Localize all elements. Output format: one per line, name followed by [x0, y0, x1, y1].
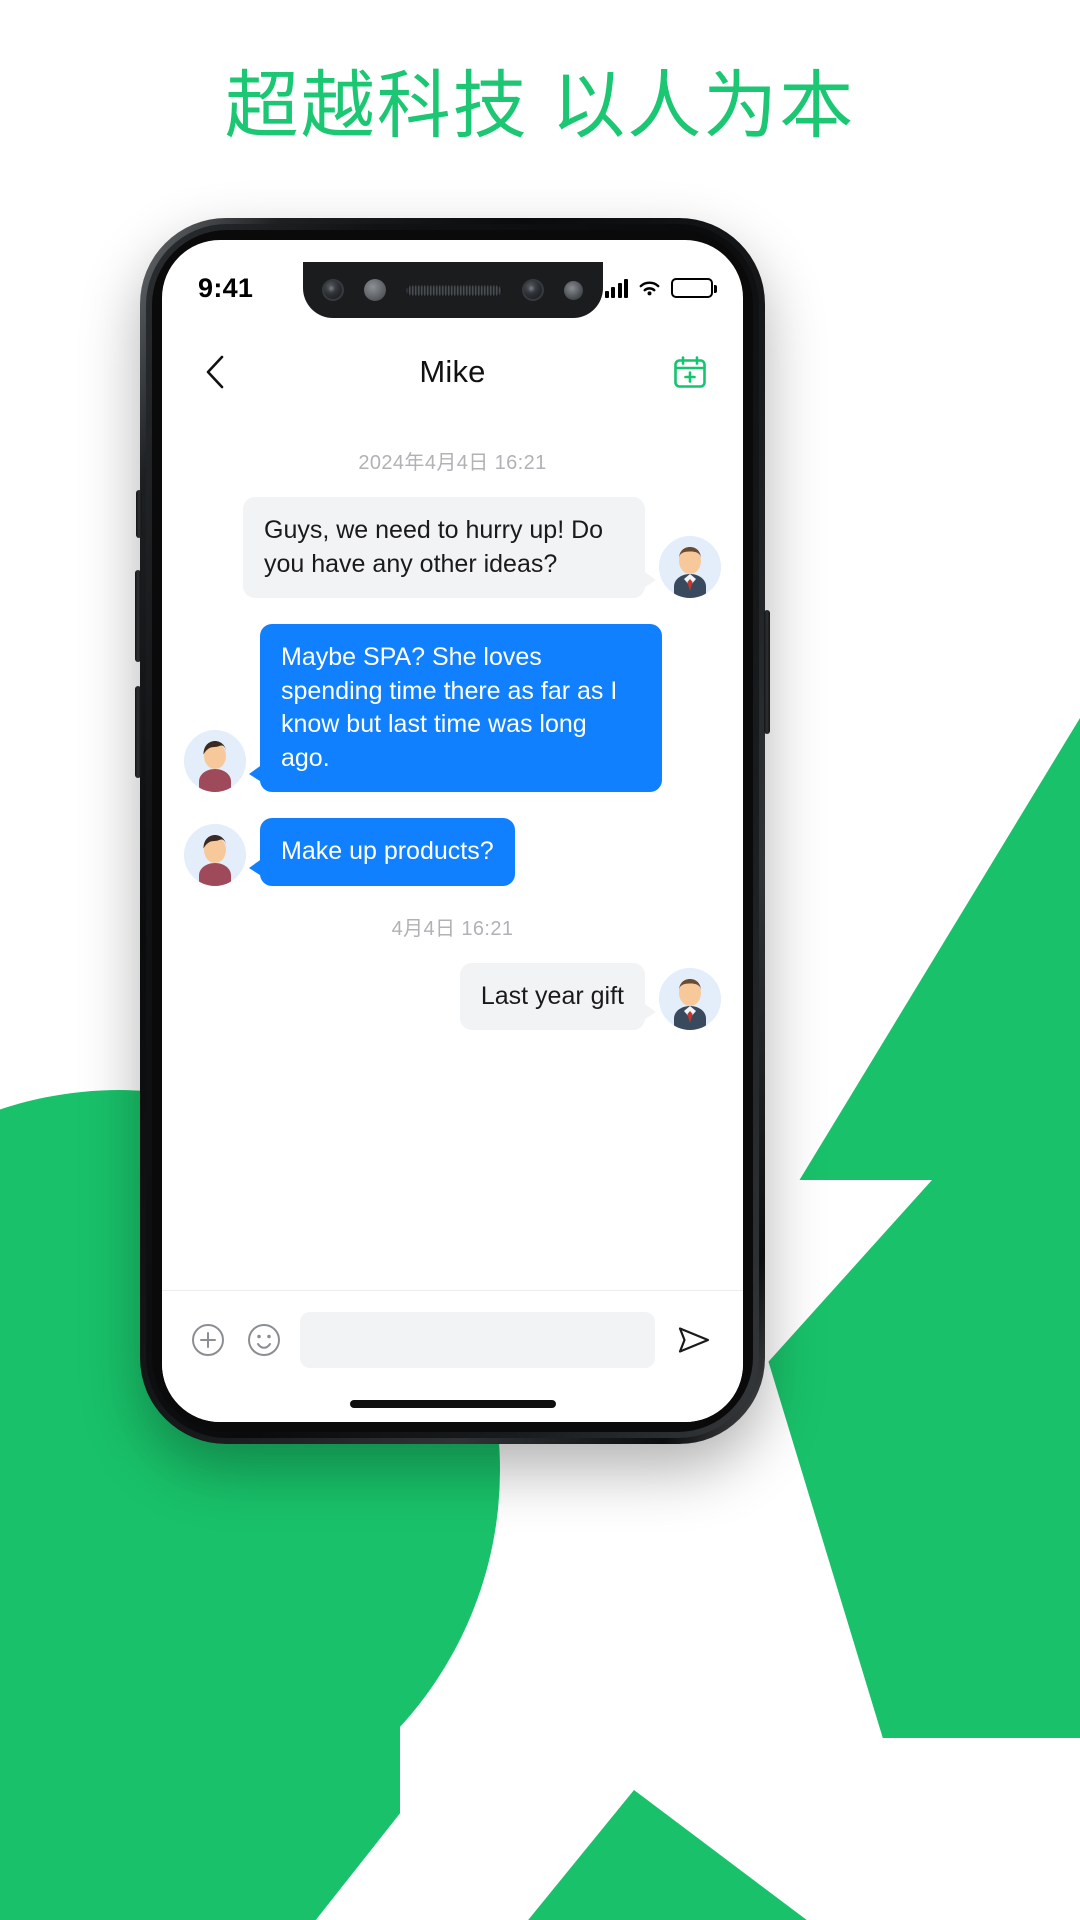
status-bar-time: 9:41: [198, 272, 254, 303]
message-bubble[interactable]: Make up products?: [249, 818, 515, 886]
status-bar-indicators: [604, 278, 717, 298]
phone-mockup: 9:41 Mike 2024年4月4日 16:21 Guys, we need …: [135, 218, 770, 1444]
proximity-sensor-icon: [364, 279, 386, 301]
phone-screen: 9:41 Mike 2024年4月4日 16:21 Guys, we need …: [162, 240, 743, 1422]
message-input[interactable]: [300, 1311, 655, 1368]
promo-canvas: 超越科技 以人为本 9:41 Mike 2024年4月4日 16:21 Guys…: [0, 0, 1080, 1920]
decor-green-block-left: [0, 1470, 400, 1920]
send-paper-plane-icon: [678, 1326, 710, 1353]
avatar-male-suit: [659, 968, 721, 1030]
avatar-male-dark-hair: [184, 730, 246, 792]
add-attachment-button[interactable]: [188, 1320, 228, 1360]
calendar-add-icon: [674, 356, 706, 388]
chat-message-row: Maybe SPA? She loves spending time there…: [184, 624, 721, 792]
decor-green-block-right: [740, 1268, 1080, 1738]
avatar[interactable]: [184, 730, 246, 792]
battery-full-icon: [671, 278, 717, 298]
earpiece-speaker-icon: [406, 284, 502, 296]
message-bubble[interactable]: Maybe SPA? She loves spending time there…: [249, 624, 662, 792]
avatar[interactable]: [659, 536, 721, 598]
silent-switch-button[interactable]: [136, 490, 142, 538]
avatar[interactable]: [659, 968, 721, 1030]
message-timestamp: 2024年4月4日 16:21: [358, 452, 547, 474]
front-camera-icon: [322, 279, 344, 301]
home-indicator[interactable]: [349, 1400, 556, 1408]
avatar[interactable]: [184, 823, 246, 886]
page-headline: 超越科技 以人为本: [224, 64, 856, 147]
back-button[interactable]: [192, 349, 238, 395]
chat-message-row: Last year gift: [184, 962, 721, 1030]
volume-down-button[interactable]: [135, 686, 141, 778]
infrared-camera-icon: [522, 279, 544, 301]
chevron-left-icon: [206, 355, 224, 389]
page-title: Mike: [419, 354, 486, 389]
dot-projector-icon: [564, 280, 583, 300]
add-to-calendar-button[interactable]: [667, 349, 713, 395]
message-bubble[interactable]: Last year gift: [459, 962, 657, 1030]
chat-message-row: Guys, we need to hurry up! Do you have a…: [184, 497, 721, 598]
message-timestamp: 4月4日 16:21: [391, 917, 514, 940]
avatar-male-dark-hair: [184, 823, 246, 886]
chat-navbar: Mike: [162, 332, 743, 412]
send-button[interactable]: [671, 1317, 717, 1363]
plus-circle-icon: [192, 1323, 224, 1356]
smiley-face-icon: [248, 1323, 280, 1356]
chat-message-list[interactable]: 2024年4月4日 16:21 Guys, we need to hurry u…: [162, 412, 743, 1290]
volume-up-button[interactable]: [135, 570, 141, 662]
message-bubble[interactable]: Guys, we need to hurry up! Do you have a…: [243, 497, 656, 598]
avatar-male-suit: [659, 536, 721, 598]
emoji-picker-button[interactable]: [244, 1320, 284, 1360]
power-button[interactable]: [764, 610, 770, 734]
cellular-signal-icon: [604, 278, 628, 298]
chat-message-row: Make up products?: [184, 818, 721, 886]
phone-notch: [302, 262, 603, 318]
wifi-icon: [639, 281, 660, 295]
